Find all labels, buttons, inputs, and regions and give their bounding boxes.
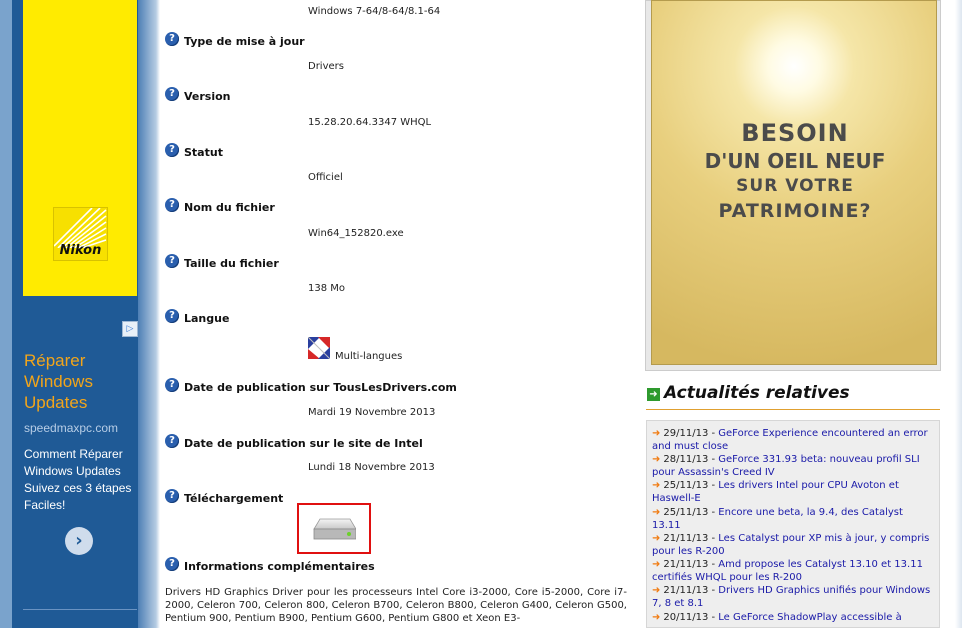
related-news-list: ➜ 29/11/13 - GeForce Experience encounter… [646, 420, 940, 628]
hard-disk-icon [313, 518, 356, 540]
info-icon: ? [165, 32, 179, 46]
news-item[interactable]: ➜ 25/11/13 - Encore une beta, la 9.4, des… [652, 506, 934, 532]
orange-arrow-icon: ➜ [652, 454, 661, 465]
banner-line-4: PATRIMOINE? [718, 200, 872, 222]
field-label-language: Langue [184, 312, 230, 325]
nikon-logo[interactable]: Nikon [53, 207, 108, 261]
orange-arrow-icon: ➜ [652, 533, 661, 544]
news-date: 21/11/13 - [663, 533, 719, 544]
sidebar-divider [23, 609, 137, 610]
info-icon: ? [165, 254, 179, 268]
news-item[interactable]: ➜ 20/11/13 - Le GeForce ShadowPlay access… [652, 611, 934, 624]
news-item[interactable]: ➜ 21/11/13 - Les Catalyst pour XP mis à j… [652, 532, 934, 558]
ad-next-arrow-icon[interactable]: › [65, 527, 93, 555]
green-arrow-icon: ➜ [647, 388, 660, 401]
news-date: 25/11/13 - [663, 507, 719, 518]
news-date: 25/11/13 - [663, 480, 719, 491]
ad-body-text[interactable]: Comment Réparer Windows Updates Suivez c… [24, 446, 139, 514]
driver-description: Drivers HD Graphics Driver pour les proc… [165, 587, 627, 624]
orange-arrow-icon: ➜ [652, 428, 661, 439]
ad-title-link[interactable]: Réparer Windows Updates [24, 350, 134, 413]
news-item[interactable]: ➜ 25/11/13 - Les drivers Intel pour CPU A… [652, 479, 934, 505]
nikon-rays-icon [54, 208, 107, 248]
field-label-download: Téléchargement [184, 492, 284, 505]
field-label-publish-date-site: Date de publication sur TousLesDrivers.c… [184, 381, 457, 394]
field-value-publish-date-site: Mardi 19 Novembre 2013 [308, 407, 436, 418]
news-date: 21/11/13 - [663, 585, 719, 596]
info-icon: ? [165, 143, 179, 157]
ad-choices-icon[interactable]: ▷ [122, 321, 138, 337]
related-news-header: ➜ Actualités relatives [646, 383, 940, 410]
field-value-language: Multi-langues [335, 351, 403, 362]
field-value-filename: Win64_152820.exe [308, 228, 404, 239]
orange-arrow-icon: ➜ [652, 585, 661, 596]
field-value-status: Officiel [308, 172, 343, 183]
orange-arrow-icon: ➜ [652, 559, 661, 570]
field-label-filename: Nom du fichier [184, 201, 275, 214]
banner-line-1: BESOIN [741, 119, 849, 147]
info-icon: ? [165, 198, 179, 212]
info-icon: ? [165, 309, 179, 323]
page-right-edge [955, 0, 962, 628]
nikon-wordmark: Nikon [59, 243, 102, 258]
orange-arrow-icon: ➜ [652, 480, 661, 491]
news-date: 28/11/13 - [663, 454, 719, 465]
field-label-status: Statut [184, 146, 223, 159]
os-value: Windows 7-64/8-64/8.1-64 [308, 6, 441, 17]
banner-line-3: SUR VOTRE [736, 176, 854, 196]
field-label-more-info: Informations complémentaires [184, 560, 375, 573]
news-link[interactable]: Le GeForce ShadowPlay accessible à [718, 612, 901, 623]
info-icon: ? [165, 557, 179, 571]
info-icon: ? [165, 489, 179, 503]
news-date: 21/11/13 - [663, 559, 719, 570]
news-item[interactable]: ➜ 21/11/13 - Amd propose les Catalyst 13.… [652, 558, 934, 584]
multi-language-flag-icon [308, 337, 330, 359]
info-icon: ? [165, 87, 179, 101]
related-news-title: Actualités relatives [664, 383, 850, 403]
field-label-update-type: Type de mise à jour [184, 35, 305, 48]
news-item[interactable]: ➜ 28/11/13 - GeForce 331.93 beta: nouveau… [652, 453, 934, 479]
field-value-update-type: Drivers [308, 61, 344, 72]
field-label-version: Version [184, 90, 231, 103]
banner-line-2: D'UN OEIL NEUF [704, 149, 886, 173]
field-value-version: 15.28.20.64.3347 WHQL [308, 117, 432, 128]
download-button[interactable] [297, 503, 371, 554]
field-value-publish-date-intel: Lundi 18 Novembre 2013 [308, 462, 435, 473]
info-icon: ? [165, 434, 179, 448]
left-ad-sidebar: Nikon ▷ Réparer Windows Updates speedmax… [0, 0, 160, 628]
news-date: 29/11/13 - [663, 428, 719, 439]
news-item[interactable]: ➜ 21/11/13 - Drivers HD Graphics unifiés … [652, 584, 934, 610]
field-label-publish-date-intel: Date de publication sur le site de Intel [184, 437, 423, 450]
heritage-ad-banner[interactable]: BESOIN D'UN OEIL NEUF SUR VOTRE PATRIMOI… [651, 0, 937, 365]
field-value-filesize: 138 Mo [308, 283, 346, 294]
news-item[interactable]: ➜ 29/11/13 - GeForce Experience encounter… [652, 427, 934, 453]
field-label-filesize: Taille du fichier [184, 257, 279, 270]
ad-domain[interactable]: speedmaxpc.com [24, 421, 118, 435]
news-date: 20/11/13 - [663, 612, 719, 623]
info-icon: ? [165, 378, 179, 392]
orange-arrow-icon: ➜ [652, 612, 661, 623]
orange-arrow-icon: ➜ [652, 507, 661, 518]
